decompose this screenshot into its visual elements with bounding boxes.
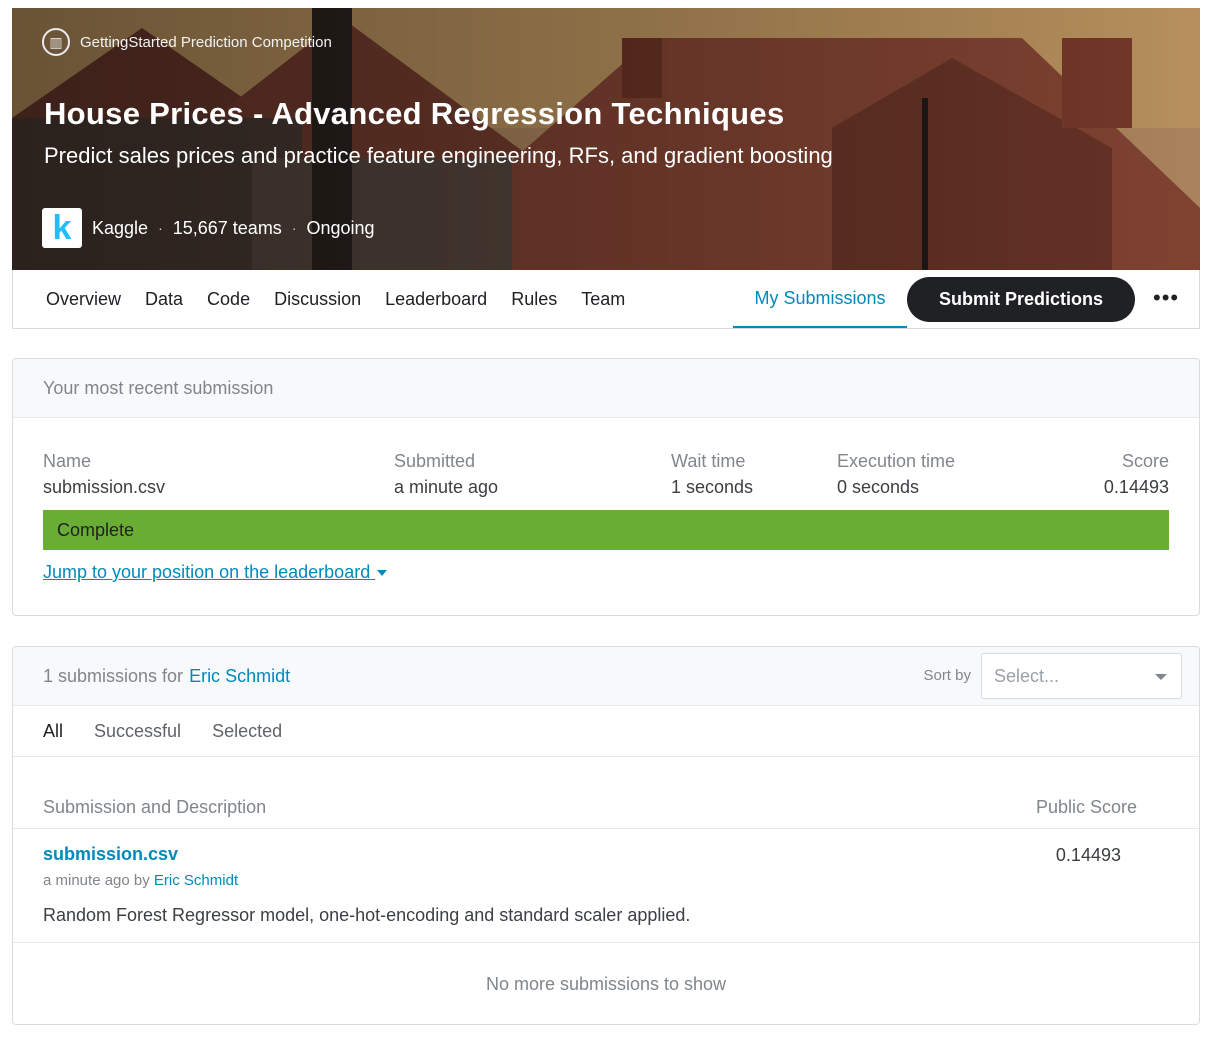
stat-wait-value: 1 seconds: [671, 477, 754, 497]
submission-file-link[interactable]: submission.csv: [43, 844, 178, 865]
caret-down-icon[interactable]: [377, 570, 388, 577]
tab-code[interactable]: Code: [195, 270, 262, 328]
separator: ·: [291, 220, 297, 236]
sort-label: Sort by: [923, 667, 971, 684]
competition-subtitle: Predict sales prices and practice featur…: [44, 143, 833, 168]
filter-all[interactable]: All: [43, 721, 63, 742]
jump-link-label[interactable]: Jump to your position on the leaderboard: [43, 562, 370, 582]
submission-filters: All Successful Selected: [13, 706, 1199, 757]
submissions-list-card: 1 submissions for Eric Schmidt Sort by S…: [12, 646, 1200, 1025]
table-header: Submission and Description Public Score: [13, 757, 1199, 829]
stat-exec-label: Execution time: [837, 451, 956, 471]
recent-submission-heading: Your most recent submission: [13, 359, 1199, 418]
host-name[interactable]: Kaggle: [92, 218, 148, 239]
stat-score: Score 0.14493: [1104, 451, 1169, 498]
bank-icon: ▥: [42, 28, 70, 56]
filter-selected[interactable]: Selected: [212, 721, 282, 742]
tab-team[interactable]: Team: [569, 270, 637, 328]
status-badge: Complete: [43, 510, 1169, 550]
stat-execution-time: Execution time 0 seconds: [837, 451, 955, 498]
column-header-description: Submission and Description: [43, 797, 267, 817]
stat-name-value: submission.csv: [43, 477, 166, 497]
stat-submitted: Submitted a minute ago: [394, 451, 498, 498]
tab-rules[interactable]: Rules: [499, 270, 569, 328]
public-score: 0.14493: [1055, 845, 1121, 865]
chevron-down-icon[interactable]: [1155, 674, 1167, 680]
stat-wait-label: Wait time: [671, 451, 746, 471]
tab-overview[interactable]: Overview: [34, 270, 133, 328]
competition-title: House Prices - Advanced Regression Techn…: [44, 96, 785, 131]
sort-select[interactable]: Select...: [981, 653, 1182, 699]
no-more-submissions: No more submissions to show: [485, 974, 727, 994]
submission-description: Random Forest Regressor model, one-hot-e…: [43, 905, 691, 925]
competition-type: ▥ GettingStarted Prediction Competition: [42, 28, 332, 56]
stat-name: Name submission.csv: [43, 451, 165, 498]
submissions-list-header: 1 submissions for Eric Schmidt Sort by S…: [13, 647, 1199, 706]
competition-type-label: GettingStarted Prediction Competition: [80, 33, 332, 51]
submission-author-link[interactable]: Eric Schmidt: [154, 872, 238, 889]
more-options-icon[interactable]: •••: [1153, 286, 1179, 310]
stat-wait-time: Wait time 1 seconds: [671, 451, 753, 498]
jump-to-leaderboard-link[interactable]: Jump to your position on the leaderboard: [43, 562, 388, 583]
sort-select-placeholder[interactable]: Select...: [994, 666, 1059, 687]
table-row: submission.csv a minute ago by Eric Schm…: [13, 829, 1199, 943]
submission-meta: a minute ago by Eric Schmidt: [43, 872, 238, 889]
stat-submitted-value: a minute ago: [394, 477, 499, 497]
competition-header: ▥ GettingStarted Prediction Competition …: [12, 8, 1200, 270]
competition-host-info: k Kaggle · 15,667 teams · Ongoing: [42, 208, 375, 248]
competition-status: Ongoing: [306, 217, 375, 238]
filter-successful[interactable]: Successful: [94, 721, 181, 742]
column-header-public-score: Public Score: [1035, 797, 1137, 817]
submission-count: 1 submissions for: [43, 665, 184, 686]
tab-data[interactable]: Data: [133, 270, 195, 328]
submission-time: a minute ago by: [43, 872, 150, 889]
stat-score-label: Score: [1121, 451, 1169, 471]
submit-predictions-button[interactable]: Submit Predictions: [907, 277, 1135, 322]
stat-name-label: Name: [43, 451, 92, 471]
team-count: 15,667 teams: [172, 217, 282, 238]
kaggle-logo-icon[interactable]: k: [42, 208, 82, 248]
user-link[interactable]: Eric Schmidt: [189, 666, 290, 687]
competition-tabs: Overview Data Code Discussion Leaderboar…: [12, 270, 1200, 329]
recent-submission-card: Your most recent submission Name submiss…: [12, 358, 1200, 616]
stat-submitted-label: Submitted: [394, 451, 476, 471]
separator: ·: [158, 220, 163, 236]
tab-my-submissions[interactable]: My Submissions: [733, 270, 907, 328]
stat-exec-value: 0 seconds: [837, 477, 920, 497]
tab-leaderboard[interactable]: Leaderboard: [373, 270, 499, 328]
stat-score-value: 0.14493: [1103, 477, 1169, 497]
tab-discussion[interactable]: Discussion: [262, 270, 373, 328]
submission-stats: Name submission.csv Submitted a minute a…: [43, 451, 1169, 498]
